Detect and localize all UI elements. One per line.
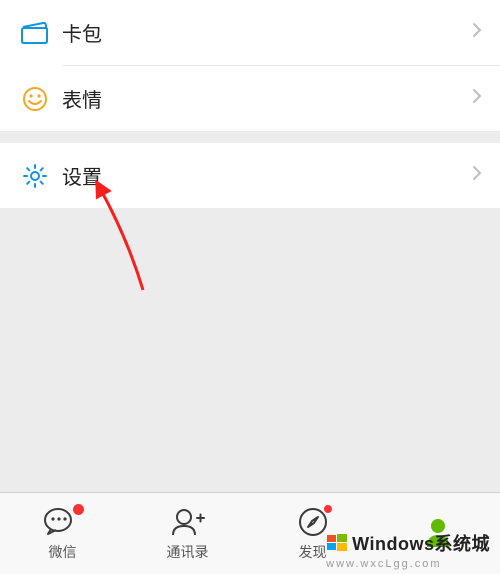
tab-label: 通讯录 — [167, 542, 209, 562]
wallet-icon — [18, 22, 52, 44]
chat-icon — [44, 506, 82, 538]
windows-flag-icon — [326, 532, 348, 554]
watermark-title: Windows系统城 — [352, 530, 490, 556]
menu-item-cards[interactable]: 卡包 — [0, 0, 500, 65]
menu-group-1: 卡包 表情 — [0, 0, 500, 131]
tab-contacts[interactable]: 通讯录 — [125, 493, 250, 574]
smiley-icon — [18, 86, 52, 112]
chevron-right-icon — [472, 22, 482, 43]
menu-item-settings[interactable]: 设置 — [0, 143, 500, 208]
badge-dot — [323, 504, 333, 514]
menu-item-label: 表情 — [52, 84, 472, 113]
watermark: Windows系统城 www.wxcLgg.com — [316, 524, 500, 574]
menu-item-label: 设置 — [52, 161, 472, 190]
chevron-right-icon — [472, 88, 482, 109]
section-gap — [0, 131, 500, 143]
tab-wechat[interactable]: 微信 — [0, 493, 125, 574]
contacts-icon — [170, 506, 206, 538]
gear-icon — [18, 163, 52, 189]
watermark-url: www.wxcLgg.com — [326, 558, 441, 570]
badge-dot — [72, 503, 85, 516]
menu-group-2: 设置 — [0, 143, 500, 208]
menu-item-stickers[interactable]: 表情 — [0, 66, 500, 131]
tab-label: 微信 — [49, 542, 77, 562]
chevron-right-icon — [472, 165, 482, 186]
menu-item-label: 卡包 — [52, 18, 472, 47]
